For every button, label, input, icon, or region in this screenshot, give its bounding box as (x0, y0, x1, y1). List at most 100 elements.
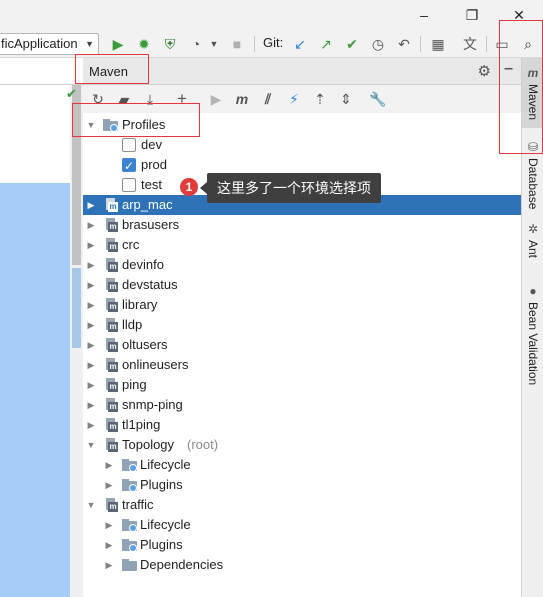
editor-scrollbar[interactable] (70, 85, 83, 597)
profile-checkbox[interactable] (122, 138, 136, 152)
tree-node-module[interactable]: ▶ m oltusers (83, 335, 521, 355)
profile-icon[interactable]: ◔ (186, 34, 206, 54)
toolbar-separator (420, 36, 421, 52)
git-commit-icon[interactable]: ✔ (342, 34, 362, 54)
execute-goal-icon[interactable]: m (232, 89, 252, 109)
gear-folder-icon (122, 519, 137, 532)
node-label: Plugins (140, 537, 183, 552)
run-configuration-select[interactable]: ficApplication ▼ (0, 33, 99, 55)
node-label: Plugins (140, 477, 183, 492)
project-structure-icon[interactable]: ▦ (428, 34, 448, 54)
module-label: Topology (122, 437, 175, 452)
chevron-down-icon: ▼ (85, 39, 94, 49)
chevron-right-icon[interactable]: ▶ (86, 335, 96, 355)
git-push-icon[interactable]: ↗ (316, 34, 336, 54)
git-update-icon[interactable]: ↙ (290, 34, 310, 54)
maven-module-icon: m (104, 318, 118, 332)
debug-icon[interactable]: ✹ (134, 34, 154, 54)
editor-tab-strip (0, 58, 83, 85)
title-bar: – ❐ ✕ (0, 0, 543, 30)
stop-icon[interactable]: ■ (227, 34, 247, 54)
chevron-right-icon[interactable]: ▶ (104, 455, 114, 475)
chevron-right-icon[interactable]: ▶ (104, 555, 114, 575)
chevron-right-icon[interactable]: ▶ (86, 355, 96, 375)
inspection-ok-icon: ✔ (66, 86, 77, 101)
chevron-right-icon[interactable]: ▶ (86, 395, 96, 415)
toolbar-separator (254, 36, 255, 52)
tree-node-module[interactable]: ▶ m brasusers (83, 215, 521, 235)
history-icon[interactable]: ◷ (368, 34, 388, 54)
profile-checkbox[interactable] (122, 156, 136, 176)
chevron-right-icon[interactable]: ▶ (86, 315, 96, 335)
module-label: brasusers (122, 217, 180, 232)
gear-icon[interactable]: ⚙ (478, 62, 491, 80)
restore-icon[interactable]: ❐ (462, 5, 482, 25)
wrench-icon[interactable]: 🔧 (368, 89, 388, 109)
rollback-icon[interactable]: ↶ (394, 34, 414, 54)
tree-node-plugins[interactable]: ▶ Plugins (83, 475, 521, 495)
tree-node-module[interactable]: ▶ m library (83, 295, 521, 315)
tree-node-topology[interactable]: ▼ m Topology (root) (83, 435, 521, 455)
chevron-right-icon[interactable]: ▶ (86, 195, 96, 215)
maven-module-icon: m (104, 358, 118, 372)
run-icon[interactable]: ▶ (108, 34, 128, 54)
scrollbar-highlight (72, 268, 81, 348)
run-goal-icon[interactable]: ▶ (206, 89, 226, 109)
root-suffix: (root) (187, 437, 219, 452)
tree-node-module[interactable]: ▶ m crc (83, 235, 521, 255)
chevron-right-icon[interactable]: ▶ (104, 515, 114, 535)
tree-node-module[interactable]: ▶ m devstatus (83, 275, 521, 295)
chevron-right-icon[interactable]: ▶ (86, 375, 96, 395)
chevron-right-icon[interactable]: ▶ (104, 535, 114, 555)
toggle-offline-icon[interactable]: ⫽ (258, 89, 278, 109)
sidebar-tab-ant[interactable]: ✲ Ant (522, 220, 543, 266)
chevron-right-icon[interactable]: ▶ (86, 275, 96, 295)
tree-node-traffic[interactable]: ▼ m traffic (83, 495, 521, 515)
profile-checkbox[interactable] (122, 178, 136, 192)
chevron-right-icon[interactable]: ▶ (104, 475, 114, 495)
profile-label: prod (141, 157, 168, 172)
gear-folder-icon (122, 479, 137, 492)
tree-node-module[interactable]: ▶ m devinfo (83, 255, 521, 275)
maven-module-icon: m (104, 378, 118, 392)
module-label: crc (122, 237, 140, 252)
maven-module-icon: m (104, 498, 118, 512)
chevron-right-icon[interactable]: ▶ (86, 295, 96, 315)
chevron-right-icon[interactable]: ▶ (86, 415, 96, 435)
bean-icon: ● (529, 284, 537, 298)
module-label: onlineusers (122, 357, 189, 372)
profile-item-dev[interactable]: dev (83, 135, 521, 155)
minimize-icon[interactable]: – (414, 5, 434, 25)
tree-node-module[interactable]: ▶ m tl1ping (83, 415, 521, 435)
tree-node-module[interactable]: ▶ m snmp-ping (83, 395, 521, 415)
tree-node-module[interactable]: ▶ m ping (83, 375, 521, 395)
tree-node-lifecycle[interactable]: ▶ Lifecycle (83, 515, 521, 535)
editor-selection (0, 183, 70, 597)
tree-node-plugins[interactable]: ▶ Plugins (83, 535, 521, 555)
annotation-callout: 这里多了一个环境选择项 (200, 173, 381, 203)
tree-node-module[interactable]: ▶ m lldp (83, 315, 521, 335)
sidebar-tab-bean-validation[interactable]: ● Bean Validation (522, 282, 543, 392)
chevron-down-icon[interactable]: ▼ (86, 495, 96, 515)
chevron-right-icon[interactable]: ▶ (86, 235, 96, 255)
gear-folder-icon (122, 459, 137, 472)
node-label: Lifecycle (140, 457, 191, 472)
module-label: traffic (122, 497, 154, 512)
chevron-right-icon[interactable]: ▶ (86, 255, 96, 275)
profile-dropdown-icon[interactable]: ▼ (204, 34, 224, 54)
collapse-all-icon[interactable]: ⇕ (336, 89, 356, 109)
tree-node-module[interactable]: ▶ m onlineusers (83, 355, 521, 375)
maven-module-icon: m (104, 418, 118, 432)
coverage-icon[interactable]: ⛨ (160, 34, 180, 54)
profile-item-prod[interactable]: prod (83, 155, 521, 176)
chevron-down-icon[interactable]: ▼ (86, 435, 96, 455)
annotation-box-maven-title (75, 54, 149, 84)
maven-module-icon: m (104, 398, 118, 412)
tree-node-lifecycle[interactable]: ▶ Lifecycle (83, 455, 521, 475)
translate-icon[interactable]: 文 (460, 34, 480, 54)
module-label: snmp-ping (122, 397, 183, 412)
show-dependencies-icon[interactable]: ⇡ (310, 89, 330, 109)
chevron-right-icon[interactable]: ▶ (86, 215, 96, 235)
tree-node-dependencies[interactable]: ▶ Dependencies (83, 555, 521, 575)
skip-tests-icon[interactable]: ⚡ (284, 89, 304, 109)
